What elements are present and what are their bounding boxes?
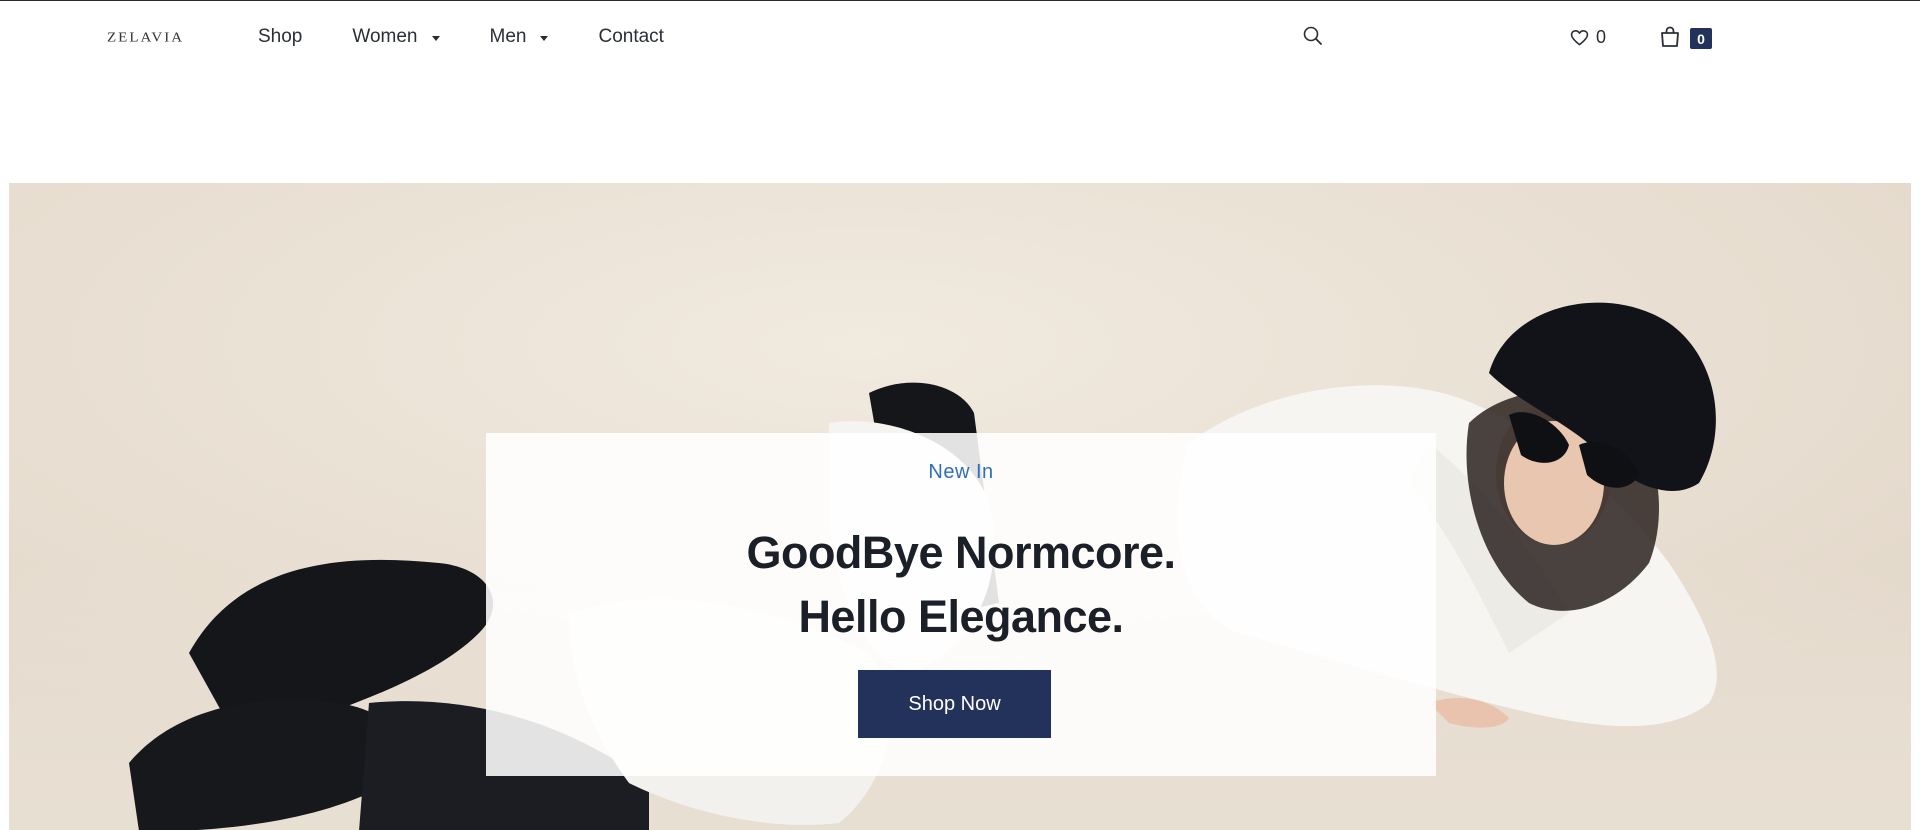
search-icon bbox=[1303, 26, 1322, 45]
promo-headline-line-1: GoodBye Normcore. bbox=[746, 527, 1176, 578]
promo-headline: GoodBye Normcore. Hello Elegance. bbox=[486, 521, 1436, 649]
wishlist-count: 0 bbox=[1596, 27, 1607, 47]
hero-banner: New In GoodBye Normcore. Hello Elegance.… bbox=[9, 183, 1911, 830]
main-nav: Shop Women Men Contact bbox=[258, 26, 714, 48]
promo-card: New In GoodBye Normcore. Hello Elegance.… bbox=[486, 433, 1436, 776]
brand-logo[interactable]: ZELAVIA bbox=[107, 31, 184, 46]
wishlist-button[interactable]: 0 bbox=[1570, 27, 1606, 48]
shop-now-button[interactable]: Shop Now bbox=[858, 670, 1051, 738]
shopping-bag-icon bbox=[1661, 26, 1679, 47]
search-button[interactable] bbox=[1302, 25, 1324, 47]
nav-item-contact[interactable]: Contact bbox=[598, 26, 663, 48]
nav-item-label: Men bbox=[489, 26, 527, 47]
site-header: ZELAVIA Shop Women Men Contact 0 0 bbox=[0, 1, 1920, 77]
nav-item-label: Women bbox=[352, 26, 418, 47]
heart-icon bbox=[1570, 29, 1589, 46]
cart-button[interactable]: 0 bbox=[1658, 23, 1714, 53]
caret-down-icon bbox=[540, 35, 549, 41]
promo-headline-line-2: Hello Elegance. bbox=[798, 591, 1124, 642]
nav-item-women[interactable]: Women bbox=[352, 26, 440, 48]
nav-item-shop[interactable]: Shop bbox=[258, 26, 302, 48]
nav-item-label: Contact bbox=[598, 26, 664, 47]
promo-eyebrow: New In bbox=[928, 461, 994, 483]
page: ZELAVIA Shop Women Men Contact 0 0 New I… bbox=[0, 0, 1920, 830]
nav-item-men[interactable]: Men bbox=[490, 26, 549, 48]
nav-item-label: Shop bbox=[258, 26, 303, 47]
caret-down-icon bbox=[431, 35, 440, 41]
cart-count-badge: 0 bbox=[1690, 28, 1712, 49]
